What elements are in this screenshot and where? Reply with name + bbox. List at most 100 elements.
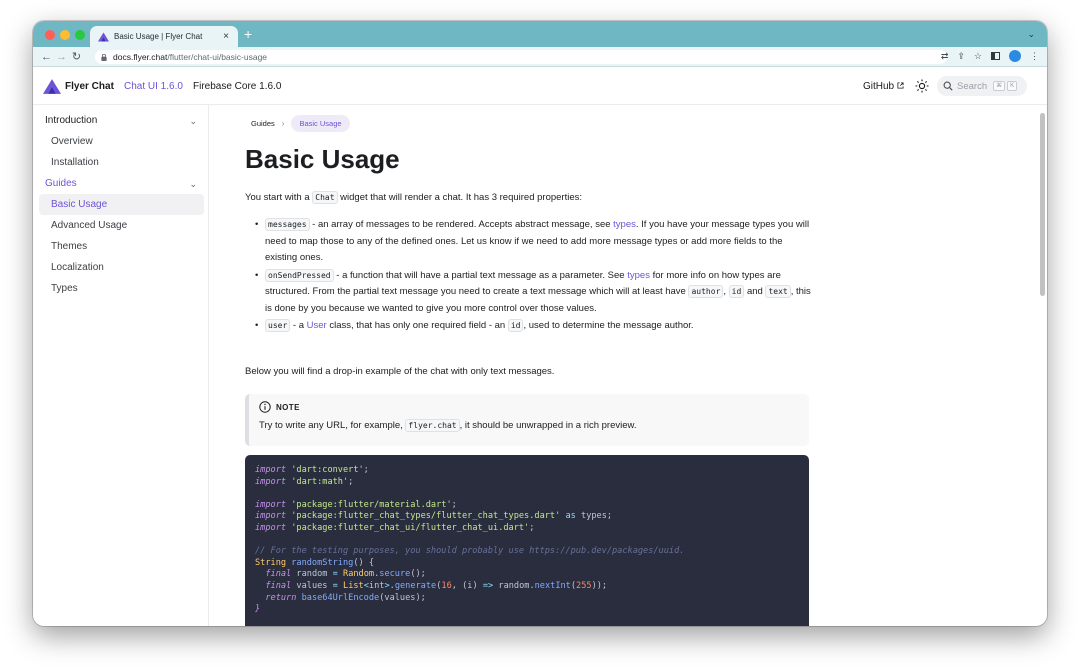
code-token: values [384, 592, 416, 603]
url-path: /flutter/chat-ui/basic-usage [167, 52, 268, 62]
sidebar-category-introduction[interactable]: Introduction ⌄ [39, 110, 204, 131]
reload-icon[interactable]: ↻ [69, 50, 84, 63]
note-text-part: , it should be unwrapped in a rich previ… [459, 420, 637, 431]
sidebar-item-label: Themes [51, 241, 88, 252]
tab-search-chevron-icon[interactable]: ⌄ [1027, 29, 1035, 40]
code-token: 'package:flutter_chat_types/flutter_chat… [291, 511, 561, 522]
back-arrow-icon[interactable]: ← [39, 51, 54, 63]
chevron-down-icon[interactable]: ⌄ [189, 174, 197, 195]
note-heading: NOTE [259, 401, 809, 413]
docs-sidebar: Introduction ⌄ Overview Installation Gui… [33, 105, 209, 626]
nav-firebase-core[interactable]: Firebase Core 1.6.0 [193, 81, 281, 92]
sidebar-item-installation[interactable]: Installation [39, 152, 204, 173]
maximize-window-button[interactable] [75, 30, 85, 40]
brand-name[interactable]: Flyer Chat [65, 81, 114, 92]
address-bar[interactable]: docs.flyer.chat/flutter/chat-ui/basic-us… [95, 50, 947, 64]
note-label: NOTE [276, 402, 300, 412]
note-text-part: Try to write any URL, for example, [259, 420, 406, 431]
code-token: import [255, 476, 287, 487]
code-token: 16 [441, 580, 452, 591]
sidebar-item-types[interactable]: Types [39, 278, 204, 299]
search-icon [943, 81, 953, 91]
code-token: values [296, 580, 328, 591]
profile-avatar[interactable] [1009, 50, 1021, 62]
types-link[interactable]: types [627, 270, 650, 281]
sidebar-item-localization[interactable]: Localization [39, 257, 204, 278]
code-token: final [265, 569, 292, 580]
github-link[interactable]: GitHub [863, 81, 904, 92]
inline-code: id [507, 319, 524, 332]
sidebar-item-overview[interactable]: Overview [39, 131, 204, 152]
sidebar-item-label: Installation [51, 157, 99, 168]
code-block[interactable]: import 'dart:convert'; import 'dart:math… [245, 455, 809, 626]
sidebar-item-themes[interactable]: Themes [39, 236, 204, 257]
code-token: import [255, 511, 287, 522]
note-text: Try to write any URL, for example, flyer… [259, 419, 809, 432]
user-link[interactable]: User [307, 320, 327, 331]
share-icon[interactable]: ⇪ [957, 51, 965, 62]
code-token: ; [529, 522, 535, 533]
sidebar-item-basic-usage[interactable]: Basic Usage [39, 194, 204, 215]
intro-paragraph: You start with a Chat widget that will r… [245, 190, 582, 206]
forward-arrow-icon[interactable]: → [54, 51, 69, 63]
sidebar-category-guides[interactable]: Guides ⌄ [39, 173, 204, 194]
code-token: random [296, 569, 328, 580]
code-token: import [255, 522, 287, 533]
search-button[interactable]: Search ⌘ K [937, 76, 1027, 96]
side-panel-icon[interactable] [991, 52, 1000, 60]
required-properties-list: messages - an array of messages to be re… [255, 217, 813, 336]
code-token: () { [353, 557, 375, 568]
code-token: 'dart:convert' [291, 465, 364, 475]
close-window-button[interactable] [45, 30, 55, 40]
code-token: types [581, 511, 607, 522]
breadcrumb-chevron-icon: › [281, 119, 285, 128]
chevron-down-icon[interactable]: ⌄ [189, 111, 197, 132]
breadcrumb-guides[interactable]: Guides [251, 119, 275, 128]
sidebar-item-advanced-usage[interactable]: Advanced Usage [39, 215, 204, 236]
code-token: ; [363, 465, 369, 475]
code-token: nextInt [534, 580, 571, 591]
tab-close-icon[interactable]: × [220, 31, 232, 42]
kbd-k: K [1007, 81, 1018, 91]
browser-menu-icon[interactable]: ⋮ [1030, 51, 1039, 62]
nav-chat-ui[interactable]: Chat UI 1.6.0 [124, 81, 183, 92]
inline-code: Chat [312, 191, 338, 204]
code-token: } [255, 604, 261, 615]
code-token: Random [343, 569, 375, 580]
code-token: base64UrlEncode [301, 592, 380, 603]
info-icon [259, 401, 271, 413]
tab-title: Basic Usage | Flyer Chat [114, 32, 203, 41]
list-text: - an array of messages to be rendered. A… [309, 219, 614, 230]
minimize-window-button[interactable] [60, 30, 70, 40]
theme-toggle-sun-icon[interactable] [914, 78, 930, 94]
code-token: import [255, 465, 287, 475]
tab-strip: Basic Usage | Flyer Chat × + ⌄ [33, 21, 1047, 47]
code-token: List [343, 580, 364, 591]
bookmark-star-icon[interactable]: ☆ [974, 51, 982, 62]
new-tab-button[interactable]: + [244, 27, 252, 41]
external-link-icon [897, 82, 904, 89]
code-token: String [255, 557, 287, 568]
sidebar-item-label: Types [51, 283, 78, 294]
sidebar-item-label: Basic Usage [51, 199, 108, 210]
doc-content: Guides › Basic Usage Basic Usage You sta… [245, 105, 825, 626]
list-text: - a [290, 320, 307, 331]
example-intro-paragraph: Below you will find a drop-in example of… [245, 366, 555, 377]
code-comment: // For the testing purposes, you should … [255, 546, 685, 557]
code-token: ; [348, 476, 354, 487]
list-item: messages - an array of messages to be re… [255, 217, 813, 267]
translate-icon[interactable]: ⇄ [941, 51, 949, 62]
site-navbar: Flyer Chat Chat UI 1.6.0 Firebase Core 1… [33, 67, 1047, 105]
browser-tab[interactable]: Basic Usage | Flyer Chat × [90, 26, 238, 47]
code-token: ; [606, 511, 613, 522]
flyer-chat-logo-icon [98, 32, 109, 41]
inline-code: messages [265, 218, 310, 231]
code-token: 'package:flutter_chat_ui/flutter_chat_ui… [291, 522, 530, 533]
url-host: docs.flyer.chat [113, 52, 168, 62]
list-text: and [744, 286, 766, 297]
page-scrollbar[interactable] [1040, 113, 1045, 296]
types-link[interactable]: types [613, 219, 636, 230]
list-text: , used to determine the message author. [523, 320, 694, 331]
sidebar-item-label: Advanced Usage [51, 220, 128, 231]
flyer-chat-logo-icon[interactable] [43, 79, 61, 94]
